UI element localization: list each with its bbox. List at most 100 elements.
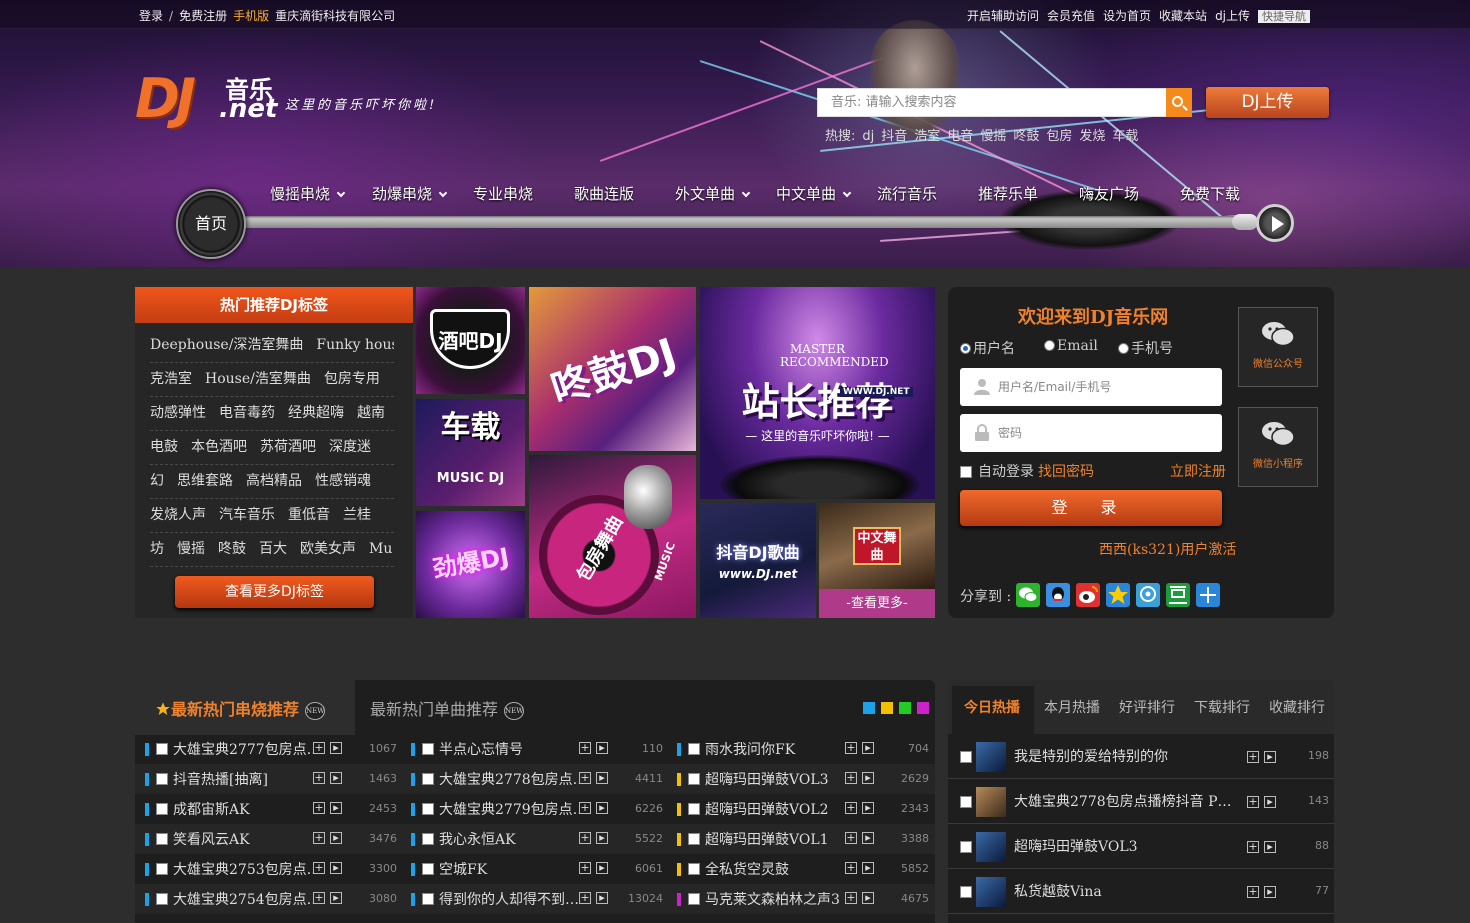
tile-hard-dj[interactable]: 劲爆DJ — [416, 511, 525, 618]
color-switch-green[interactable] — [899, 702, 911, 714]
tag-link[interactable]: 动感弹性 — [150, 405, 206, 421]
bookmark-link[interactable]: 收藏本站 — [1159, 9, 1207, 23]
wechat-official-qr[interactable]: 微信公众号 — [1238, 307, 1318, 387]
color-switch-blue[interactable] — [863, 702, 875, 714]
tab-today-hot[interactable]: 今日热播 — [964, 697, 1020, 717]
username-field[interactable]: 用户名/Email/手机号 — [960, 368, 1222, 406]
tag-link[interactable]: 兰桂 — [343, 507, 371, 523]
home-button[interactable]: 首页 — [176, 189, 246, 259]
tag-link[interactable]: 性感销魂 — [315, 473, 371, 489]
add-to-list-icon[interactable]: + — [313, 772, 325, 784]
nav-item-pro-mix[interactable]: 专业串烧 — [473, 183, 533, 204]
tag-link[interactable]: 苏荷酒吧 — [260, 439, 316, 455]
register-now-link[interactable]: 立即注册 — [1170, 461, 1226, 481]
set-homepage-link[interactable]: 设为首页 — [1103, 9, 1151, 23]
tag-link[interactable]: 慢摇 — [177, 541, 205, 557]
color-switch-yellow[interactable] — [881, 702, 893, 714]
list-item[interactable]: 马克莱文森柏林之声3 + ▸ 4675 — [677, 884, 929, 914]
tag-link[interactable]: 思维套路 — [177, 473, 233, 489]
quick-nav-button[interactable]: 快捷导航 — [1258, 10, 1311, 23]
tab-month-hot[interactable]: 本月热播 — [1044, 697, 1100, 717]
add-to-list-icon[interactable]: + — [579, 802, 591, 814]
search-button[interactable] — [1166, 88, 1192, 117]
list-item-checkbox[interactable] — [422, 893, 434, 905]
add-to-list-icon[interactable]: + — [579, 832, 591, 844]
list-item-title[interactable]: 得到你的人却得不到… — [439, 889, 579, 909]
list-item-title[interactable]: 半点心忘情号 — [439, 739, 579, 759]
list-item-checkbox[interactable] — [688, 863, 700, 875]
list-item-title[interactable]: 大雄宝典2778包房点… — [439, 769, 579, 789]
list-item[interactable]: 空城FK + ▸ 6061 — [411, 854, 663, 884]
accessibility-link[interactable]: 开启辅助访问 — [967, 9, 1039, 23]
list-item[interactable]: 大雄宝典2754包房点… + ▸ 3080 — [145, 884, 397, 914]
add-to-list-icon[interactable]: + — [579, 892, 591, 904]
list-item[interactable]: 大雄宝典2779包房点… + ▸ 6226 — [411, 794, 663, 824]
hot-search-term[interactable]: 抖音 — [881, 129, 907, 144]
tag-link[interactable]: 坊 — [150, 541, 164, 557]
tag-link[interactable]: 咚鼓 — [218, 541, 246, 557]
list-item-title[interactable]: 超嗨玛田弹鼓VOL3 — [705, 769, 841, 789]
auto-login-checkbox[interactable]: 自动登录 找回密码 — [960, 461, 1094, 481]
mobile-link[interactable]: 手机版 — [233, 9, 269, 23]
list-item-checkbox[interactable] — [156, 773, 168, 785]
tag-link[interactable]: Funky house/放 — [316, 337, 394, 353]
list-item[interactable]: 超嗨玛田弹鼓VOL1 + ▸ 3388 — [677, 824, 929, 854]
add-to-list-icon[interactable]: + — [845, 862, 857, 874]
tag-link[interactable]: 汽车音乐 — [219, 507, 275, 523]
add-to-list-icon[interactable]: + — [845, 832, 857, 844]
list-item-checkbox[interactable] — [688, 743, 700, 755]
tag-link[interactable]: 高档精品 — [246, 473, 302, 489]
recharge-link[interactable]: 会员充值 — [1047, 9, 1095, 23]
tile-douyin-dj[interactable]: 抖音DJ歌曲 www.DJ.net — [700, 503, 816, 618]
list-item-title[interactable]: 马克莱文森柏林之声3 — [705, 889, 841, 909]
nav-item-pop-music[interactable]: 流行音乐 — [877, 183, 937, 204]
radio-phone[interactable]: 手机号 — [1118, 338, 1173, 358]
rank-row[interactable]: 大雄宝典2778包房点播榜抖音 PRO… + ▸ 143 — [948, 779, 1334, 824]
nav-item-song-medley[interactable]: 歌曲连版 — [574, 183, 634, 204]
nav-item-foreign-single[interactable]: 外文单曲 — [675, 183, 751, 204]
dj-upload-link[interactable]: dj上传 — [1215, 9, 1250, 23]
tab-hot-singles[interactable]: 最新热门单曲推荐 NEW — [370, 696, 525, 720]
nav-item-hard-mix[interactable]: 劲爆串烧 — [372, 183, 448, 204]
list-item[interactable]: 大雄宝典2777包房点… + ▸ 1067 — [145, 734, 397, 764]
list-item[interactable]: 大雄宝典2778包房点… + ▸ 4411 — [411, 764, 663, 794]
add-to-list-icon[interactable]: + — [845, 772, 857, 784]
tag-link[interactable]: Deephouse/深浩室舞曲 — [150, 337, 303, 353]
list-item-checkbox[interactable] — [156, 833, 168, 845]
tag-link[interactable]: 越南 — [357, 405, 385, 421]
tag-link[interactable]: 本色酒吧 — [191, 439, 247, 455]
site-logo[interactable]: DJ 音乐 .net 这里的音乐吓坏你啦! — [135, 68, 455, 138]
play-next-icon[interactable]: ▸ — [1264, 841, 1276, 853]
rank-checkbox[interactable] — [960, 751, 972, 763]
list-item-checkbox[interactable] — [422, 773, 434, 785]
add-to-list-icon[interactable]: + — [313, 862, 325, 874]
rank-title[interactable]: 超嗨玛田弹鼓VOL3 — [1014, 836, 1242, 856]
play-next-icon[interactable]: ▸ — [1264, 751, 1276, 763]
list-item[interactable]: 雨水我问你FK + ▸ 704 — [677, 734, 929, 764]
tab-hot-mixes[interactable]: 最新热门串烧推荐 NEW — [135, 680, 355, 735]
add-to-list-icon[interactable]: + — [1247, 751, 1259, 763]
list-item[interactable]: 全私货空灵鼓 + ▸ 5852 — [677, 854, 929, 884]
hot-search-term[interactable]: 发烧 — [1079, 129, 1105, 144]
list-item-checkbox[interactable] — [156, 803, 168, 815]
activate-user-link[interactable]: 西西(ks321)用户激活 — [1099, 539, 1236, 559]
list-item-checkbox[interactable] — [688, 893, 700, 905]
tile-master-recommended[interactable]: MASTER RECOMMENDED 站长推荐 WWW.DJ.NET — 这里的… — [700, 287, 935, 499]
list-item-title[interactable]: 全私货空灵鼓 — [705, 859, 841, 879]
tab-download-rank[interactable]: 下载排行 — [1194, 697, 1250, 717]
tab-top-rated[interactable]: 好评排行 — [1119, 697, 1175, 717]
list-item-checkbox[interactable] — [156, 743, 168, 755]
hot-search-term[interactable]: dj — [862, 129, 874, 144]
list-item-title[interactable]: 雨水我问你FK — [705, 739, 841, 759]
register-link[interactable]: 免费注册 — [179, 9, 227, 23]
rank-title[interactable]: 我是特别的爱给特别的你 — [1014, 746, 1242, 766]
login-button[interactable]: 登 录 — [960, 490, 1222, 526]
tag-link[interactable]: 克浩室 — [150, 371, 192, 387]
list-item-title[interactable]: 笑看风云AK — [173, 829, 313, 849]
tag-link[interactable]: 电鼓 — [150, 439, 178, 455]
mini-program-qr[interactable]: 微信小程序 — [1238, 407, 1318, 487]
play-next-icon[interactable]: ▸ — [1264, 886, 1276, 898]
list-item-title[interactable]: 大雄宝典2779包房点… — [439, 799, 579, 819]
hot-search-term[interactable]: 咚鼓 — [1013, 129, 1039, 144]
list-item-checkbox[interactable] — [156, 893, 168, 905]
